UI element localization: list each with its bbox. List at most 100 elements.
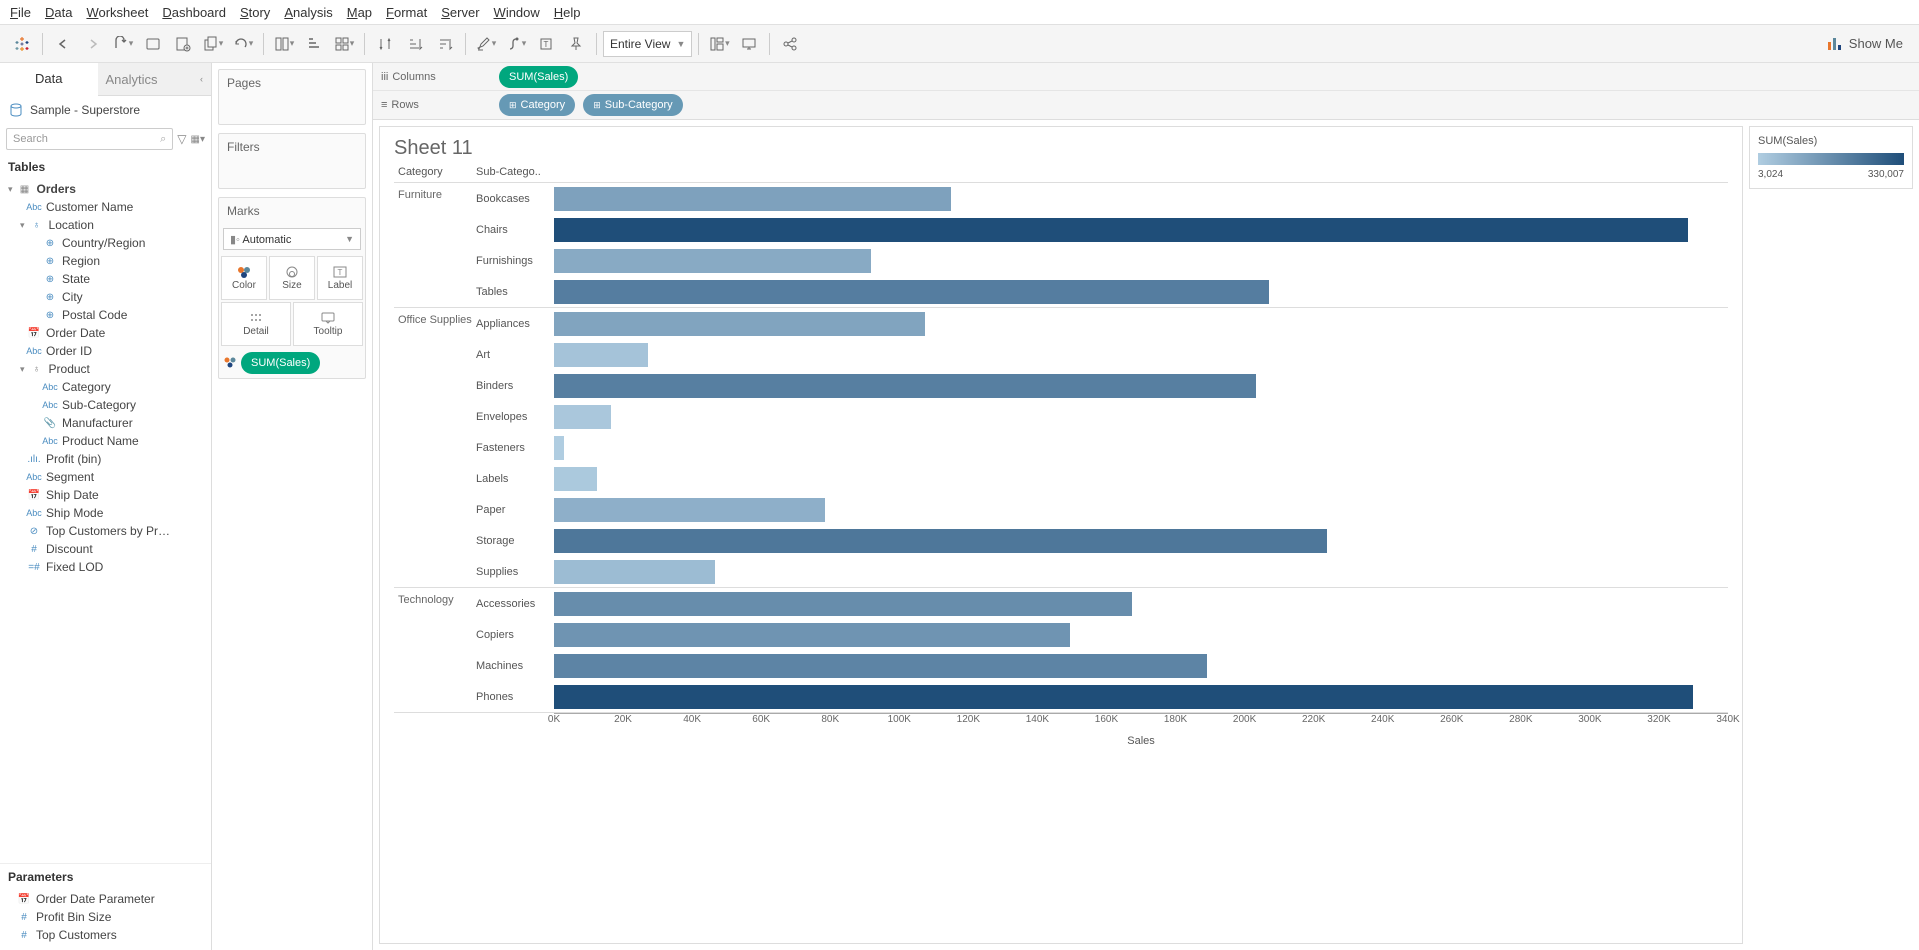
- bar[interactable]: [554, 623, 1070, 647]
- bar-row[interactable]: Labels: [476, 463, 1728, 494]
- param-top-customers[interactable]: #Top Customers: [4, 926, 207, 944]
- mark-type-select[interactable]: ▮◦ Automatic▼: [223, 228, 361, 250]
- marks-label[interactable]: TLabel: [317, 256, 363, 300]
- field-order-id[interactable]: AbcOrder ID: [4, 342, 207, 360]
- field-city[interactable]: ⊕City: [4, 288, 207, 306]
- bar[interactable]: [554, 592, 1132, 616]
- menu-format[interactable]: Format: [380, 3, 433, 22]
- pill-sub-category[interactable]: ⊞Sub-Category: [583, 94, 682, 116]
- menu-data[interactable]: Data: [39, 3, 78, 22]
- bar-row[interactable]: Supplies: [476, 556, 1728, 587]
- bar-row[interactable]: Furnishings: [476, 245, 1728, 276]
- swap-rc-button[interactable]: [371, 30, 399, 58]
- sort-desc-button[interactable]: ▾: [330, 30, 358, 58]
- menu-help[interactable]: Help: [548, 3, 587, 22]
- menu-analysis[interactable]: Analysis: [278, 3, 338, 22]
- bar[interactable]: [554, 374, 1256, 398]
- bar[interactable]: [554, 560, 715, 584]
- bar-row[interactable]: Fasteners: [476, 432, 1728, 463]
- pin-button[interactable]: [562, 30, 590, 58]
- field-postal[interactable]: ⊕Postal Code: [4, 306, 207, 324]
- bar[interactable]: [554, 249, 871, 273]
- sort-d-button[interactable]: [431, 30, 459, 58]
- bar[interactable]: [554, 218, 1688, 242]
- clear-button[interactable]: ▾: [229, 30, 257, 58]
- field-manufacturer[interactable]: 📎Manufacturer: [4, 414, 207, 432]
- param-profit-bin[interactable]: #Profit Bin Size: [4, 908, 207, 926]
- bar[interactable]: [554, 187, 951, 211]
- swap-button[interactable]: ▾: [270, 30, 298, 58]
- menu-map[interactable]: Map: [341, 3, 378, 22]
- sheet-title[interactable]: Sheet 11: [394, 137, 1728, 160]
- filters-shelf[interactable]: Filters: [218, 133, 366, 189]
- share-button[interactable]: [776, 30, 804, 58]
- param-order-date[interactable]: 📅Order Date Parameter: [4, 890, 207, 908]
- sort-a-button[interactable]: [401, 30, 429, 58]
- bar[interactable]: [554, 529, 1327, 553]
- field-top-customers[interactable]: ⊘Top Customers by Pr…: [4, 522, 207, 540]
- new-worksheet-button[interactable]: [169, 30, 197, 58]
- bar[interactable]: [554, 436, 564, 460]
- bar-row[interactable]: Appliances: [476, 308, 1728, 339]
- menu-window[interactable]: Window: [488, 3, 546, 22]
- field-country[interactable]: ⊕Country/Region: [4, 234, 207, 252]
- field-segment[interactable]: AbcSegment: [4, 468, 207, 486]
- bar-row[interactable]: Paper: [476, 494, 1728, 525]
- redo-button[interactable]: [79, 30, 107, 58]
- undo-button[interactable]: [49, 30, 77, 58]
- field-discount[interactable]: #Discount: [4, 540, 207, 558]
- bar-row[interactable]: Machines: [476, 650, 1728, 681]
- bar-row[interactable]: Envelopes: [476, 401, 1728, 432]
- fit-select[interactable]: Entire View▼: [603, 31, 692, 57]
- marks-detail[interactable]: Detail: [221, 302, 291, 346]
- sort-asc-button[interactable]: [300, 30, 328, 58]
- menu-server[interactable]: Server: [435, 3, 485, 22]
- pages-shelf[interactable]: Pages: [218, 69, 366, 125]
- bar[interactable]: [554, 343, 648, 367]
- save-button[interactable]: ▾: [109, 30, 137, 58]
- field-customer-name[interactable]: AbcCustomer Name: [4, 198, 207, 216]
- field-location[interactable]: ▾♁Location: [4, 216, 207, 234]
- field-region[interactable]: ⊕Region: [4, 252, 207, 270]
- bar[interactable]: [554, 685, 1693, 709]
- field-fixed-lod[interactable]: =#Fixed LOD: [4, 558, 207, 576]
- highlight-button[interactable]: ▾: [472, 30, 500, 58]
- group-button[interactable]: ▾: [502, 30, 530, 58]
- menu-dashboard[interactable]: Dashboard: [156, 3, 232, 22]
- view-icon[interactable]: ▦▾: [191, 134, 205, 145]
- pill-sum-sales[interactable]: SUM(Sales): [499, 66, 578, 88]
- field-order-date[interactable]: 📅Order Date: [4, 324, 207, 342]
- field-sub-category[interactable]: AbcSub-Category: [4, 396, 207, 414]
- show-cards-button[interactable]: ▾: [705, 30, 733, 58]
- labels-button[interactable]: T: [532, 30, 560, 58]
- pill-category[interactable]: ⊞Category: [499, 94, 575, 116]
- menu-story[interactable]: Story: [234, 3, 276, 22]
- bar-row[interactable]: Art: [476, 339, 1728, 370]
- bar-row[interactable]: Tables: [476, 276, 1728, 307]
- filter-icon[interactable]: ▽: [177, 132, 186, 146]
- bar-row[interactable]: Accessories: [476, 588, 1728, 619]
- datasource-item[interactable]: Sample - Superstore: [0, 96, 211, 124]
- menu-file[interactable]: File: [4, 3, 37, 22]
- pill-sum-sales-color[interactable]: SUM(Sales): [241, 352, 320, 374]
- field-product[interactable]: ▾♁Product: [4, 360, 207, 378]
- bar-row[interactable]: Binders: [476, 370, 1728, 401]
- tableau-logo[interactable]: [8, 30, 36, 58]
- field-ship-date[interactable]: 📅Ship Date: [4, 486, 207, 504]
- bar-row[interactable]: Copiers: [476, 619, 1728, 650]
- marks-color[interactable]: Color: [221, 256, 267, 300]
- bar[interactable]: [554, 405, 611, 429]
- marks-tooltip[interactable]: Tooltip: [293, 302, 363, 346]
- show-me-button[interactable]: Show Me: [1819, 30, 1911, 58]
- bar-row[interactable]: Bookcases: [476, 183, 1728, 214]
- menu-worksheet[interactable]: Worksheet: [80, 3, 154, 22]
- presentation-button[interactable]: [735, 30, 763, 58]
- duplicate-button[interactable]: ▾: [199, 30, 227, 58]
- bar[interactable]: [554, 312, 925, 336]
- new-data-button[interactable]: [139, 30, 167, 58]
- search-input[interactable]: Search⌕: [6, 128, 173, 150]
- bar[interactable]: [554, 467, 597, 491]
- field-state[interactable]: ⊕State: [4, 270, 207, 288]
- bar-row[interactable]: Chairs: [476, 214, 1728, 245]
- bar[interactable]: [554, 280, 1269, 304]
